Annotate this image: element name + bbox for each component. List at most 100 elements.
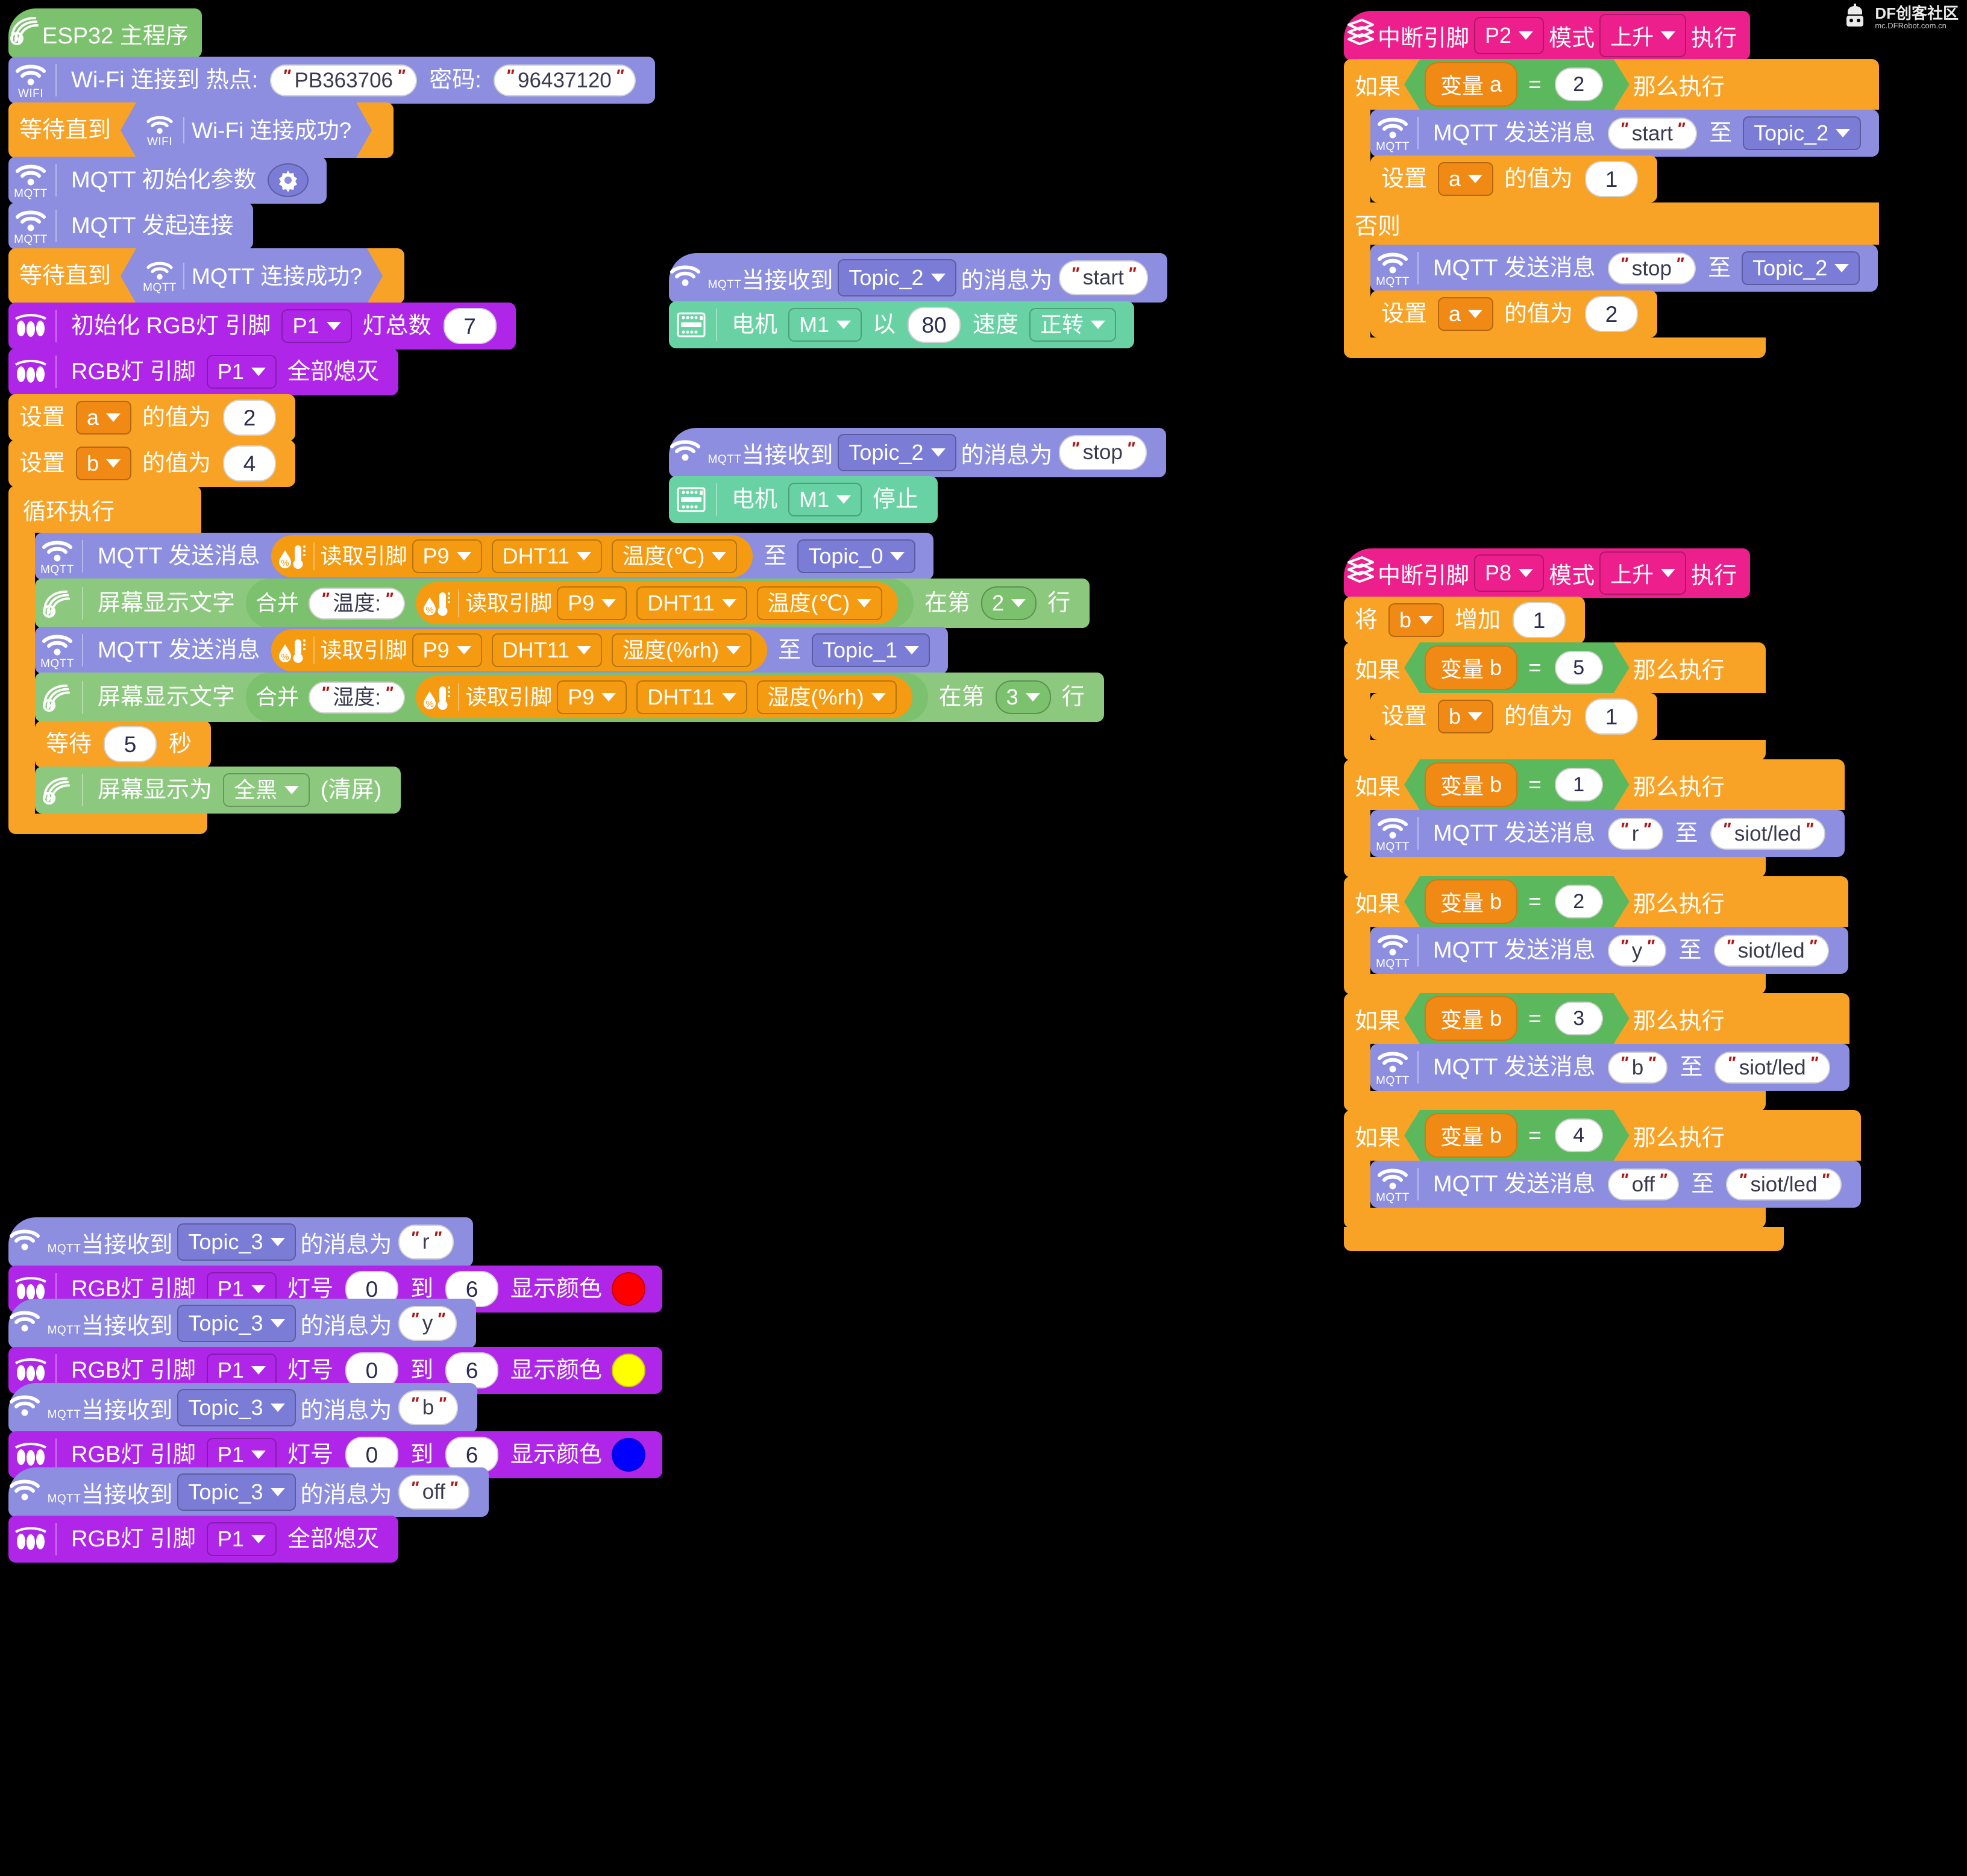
humidity-line-dropdown[interactable]: 3: [995, 680, 1051, 714]
sensor-type-dropdown[interactable]: DHT11: [636, 586, 747, 620]
rgb-pin-dropdown[interactable]: P1: [206, 1522, 277, 1556]
mqtt-connect-block[interactable]: MQTT MQTT 发起连接: [8, 202, 253, 249]
motor-stop-handler-stack[interactable]: MQTT 当接收到 Topic_2 的消息为 " stop " 电机 M1 停止: [669, 428, 1167, 523]
if-header[interactable]: 如果 变量 b = 5 那么执行: [1344, 642, 1766, 693]
wait-until-mqtt-block[interactable]: 等待直到 MQTT MQTT 连接成功?: [8, 248, 405, 304]
subscribe-topic-dropdown[interactable]: Topic_2: [838, 434, 956, 471]
wait-seconds-block[interactable]: 等待 5 秒: [35, 721, 212, 768]
publish-humidity-block[interactable]: MQTT MQTT 发送消息 % 读取引脚 P9 DHT11 湿度(%rh) 至…: [35, 627, 949, 674]
subscribe-topic-dropdown[interactable]: Topic_2: [838, 259, 956, 296]
sensor-pin-dropdown[interactable]: P9: [557, 586, 627, 620]
publish-topic-dropdown[interactable]: Topic_1: [811, 633, 930, 667]
message-value-field[interactable]: " y ": [398, 1306, 457, 1341]
motor-run-block[interactable]: 电机 M1 以 80 速度 正转: [669, 301, 1135, 348]
if-then-body[interactable]: MQTT MQTT 发送消息 " b " 至 " siot/led ": [1370, 1044, 1849, 1091]
on-message-hat-block[interactable]: MQTT 当接收到 Topic_3 的消息为 " b ": [8, 1383, 478, 1432]
sensor-measure-dropdown[interactable]: 温度(℃): [756, 586, 883, 620]
rgb-all-off-block[interactable]: RGB灯 引脚 P1 全部熄灭: [8, 348, 398, 395]
publish-topic-field[interactable]: " siot/led ": [1714, 1051, 1830, 1084]
publish-message-field[interactable]: " b ": [1607, 1051, 1668, 1084]
dht11-humidity-reporter[interactable]: % 读取引脚 P9 DHT11 湿度(%rh): [271, 629, 767, 671]
if-else-body[interactable]: MQTT MQTT 发送消息 " stop " 至 Topic_2 设置 a 的…: [1370, 245, 1878, 337]
wifi-password-field[interactable]: " 96437120 ": [493, 64, 636, 96]
sensor-pin-dropdown[interactable]: P9: [557, 680, 627, 714]
display-temperature-block[interactable]: 屏幕显示文字 合并 " 温度: " % 读取引脚 P9 DHT11 温度(℃) …: [35, 579, 1090, 628]
change-amount-field[interactable]: 1: [1513, 602, 1566, 638]
rgb-pin-dropdown[interactable]: P1: [206, 1354, 277, 1387]
if-b-equals-5-block[interactable]: 如果 变量 b = 5 那么执行 设置 b 的值为 1: [1344, 642, 1766, 761]
esp32-main-hat-block[interactable]: ESP32 主程序: [8, 8, 202, 58]
interrupt-mode-dropdown[interactable]: 上升: [1599, 14, 1687, 57]
humidity-prefix-field[interactable]: " 湿度: ": [309, 681, 406, 714]
screen-mode-dropdown[interactable]: 全黑: [223, 773, 310, 807]
variable-a-dropdown[interactable]: a: [1438, 297, 1494, 331]
publish-message-field[interactable]: " stop ": [1607, 252, 1696, 284]
publish-message-field[interactable]: " y ": [1607, 934, 1667, 967]
subscribe-topic-dropdown[interactable]: Topic_3: [177, 1223, 296, 1261]
sensor-type-dropdown[interactable]: DHT11: [491, 633, 602, 667]
variable-a-dropdown[interactable]: a: [76, 401, 132, 434]
set-variable-a-block[interactable]: 设置 a 的值为 2: [1370, 290, 1658, 337]
sensor-type-dropdown[interactable]: DHT11: [636, 680, 747, 714]
variable-b-reporter[interactable]: 变量 b: [1425, 879, 1517, 924]
sensor-pin-dropdown[interactable]: P9: [412, 539, 482, 573]
compare-b-value[interactable]: 5: [1555, 651, 1603, 685]
compare-a-value[interactable]: 2: [1555, 67, 1603, 101]
if-then-body[interactable]: MQTT MQTT 发送消息 " r " 至 " siot/led ": [1370, 810, 1845, 857]
color-swatch-yellow[interactable]: [612, 1354, 645, 1387]
color-swatch-blue[interactable]: [612, 1438, 645, 1472]
gear-icon[interactable]: [267, 163, 309, 197]
publish-topic-dropdown[interactable]: Topic_0: [797, 539, 916, 573]
if-then-body[interactable]: MQTT MQTT 发送消息 " start " 至 Topic_2 设置 a …: [1370, 110, 1880, 202]
interrupt-p8-stack[interactable]: 中断引脚 P8 模式 上升 执行 将 b 增加 1 如果 变量 b = 5 那么…: [1344, 548, 1861, 1251]
message-value-field[interactable]: " r ": [398, 1225, 454, 1260]
message-value-field[interactable]: " b ": [398, 1390, 459, 1425]
variable-b-reporter[interactable]: 变量 b: [1425, 645, 1517, 690]
wait-until-wifi-block[interactable]: 等待直到 WIFI Wi-Fi 连接成功?: [8, 102, 394, 158]
rgb-pin-dropdown[interactable]: P1: [281, 309, 352, 343]
forever-loop-header[interactable]: 循环执行: [8, 486, 201, 533]
publish-topic-dropdown[interactable]: Topic_2: [1743, 116, 1862, 150]
if-then-body[interactable]: MQTT MQTT 发送消息 " off " 至 " siot/led ": [1370, 1161, 1861, 1208]
main-program-stack[interactable]: ESP32 主程序 WIFI Wi-Fi 连接到 热点: " PB363706 …: [8, 8, 1104, 834]
if-header[interactable]: 如果 变量 a = 2 那么执行: [1344, 59, 1880, 110]
else-header[interactable]: 否则: [1344, 202, 1880, 245]
sensor-type-dropdown[interactable]: DHT11: [491, 539, 602, 573]
publish-led-block[interactable]: MQTT MQTT 发送消息 " b " 至 " siot/led ": [1370, 1044, 1849, 1091]
publish-led-block[interactable]: MQTT MQTT 发送消息 " r " 至 " siot/led ": [1370, 810, 1845, 857]
on-message-hat-block[interactable]: MQTT 当接收到 Topic_3 的消息为 " y ": [8, 1299, 477, 1348]
publish-topic-field[interactable]: " siot/led ": [1713, 934, 1829, 967]
motor-select-dropdown[interactable]: M1: [788, 308, 862, 342]
interrupt-mode-dropdown[interactable]: 上升: [1599, 551, 1687, 595]
publish-led-block[interactable]: MQTT MQTT 发送消息 " y " 至 " siot/led ": [1370, 927, 1848, 974]
clear-screen-block[interactable]: 屏幕显示为 全黑 (清屏): [35, 767, 401, 814]
publish-topic-field[interactable]: " siot/led ": [1726, 1168, 1842, 1200]
rgb-init-block[interactable]: 初始化 RGB灯 引脚 P1 灯总数 7: [8, 303, 516, 350]
publish-start-block[interactable]: MQTT MQTT 发送消息 " start " 至 Topic_2: [1370, 110, 1880, 157]
on-message-hat-block[interactable]: MQTT 当接收到 Topic_2 的消息为 " stop ": [669, 428, 1167, 477]
motor-start-handler-stack[interactable]: MQTT 当接收到 Topic_2 的消息为 " start " 电机 M1 以…: [669, 253, 1168, 348]
rgb-pin-dropdown[interactable]: P1: [206, 1438, 277, 1472]
variable-b-dropdown[interactable]: b: [76, 447, 132, 480]
wifi-connect-block[interactable]: WIFI Wi-Fi 连接到 热点: " PB363706 " 密码: " 96…: [8, 57, 656, 104]
set-variable-b-block[interactable]: 设置 b 的值为 4: [8, 440, 296, 487]
variable-b-value[interactable]: 1: [1585, 698, 1639, 735]
mqtt-connected-bool[interactable]: MQTT MQTT 连接成功?: [121, 248, 383, 304]
publish-led-block[interactable]: MQTT MQTT 发送消息 " off " 至 " siot/led ": [1370, 1161, 1861, 1208]
change-variable-b-block[interactable]: 将 b 增加 1: [1344, 597, 1586, 644]
rgb-pin-dropdown[interactable]: P1: [206, 355, 277, 389]
variable-b-dropdown[interactable]: b: [1388, 603, 1445, 637]
sensor-pin-dropdown[interactable]: P9: [412, 633, 482, 667]
publish-stop-block[interactable]: MQTT MQTT 发送消息 " stop " 至 Topic_2: [1370, 245, 1878, 292]
forever-loop-body[interactable]: MQTT MQTT 发送消息 % 读取引脚 P9 DHT11 温度(℃) 至 T…: [35, 533, 1104, 814]
sensor-measure-dropdown[interactable]: 湿度(%rh): [756, 680, 897, 714]
temperature-prefix-field[interactable]: " 温度: ": [309, 587, 406, 620]
set-variable-a-block[interactable]: 设置 a 的值为 2: [8, 394, 296, 441]
set-variable-b-block[interactable]: 设置 b 的值为 1: [1370, 693, 1658, 740]
publish-message-field[interactable]: " off ": [1607, 1168, 1680, 1200]
rgb-all-off-block[interactable]: RGB灯 引脚 P1 全部熄灭: [8, 1516, 398, 1563]
compare-b-bool[interactable]: 变量 b = 1: [1404, 759, 1630, 810]
wifi-connected-bool[interactable]: WIFI Wi-Fi 连接成功?: [121, 102, 372, 158]
variable-b-dropdown[interactable]: b: [1438, 700, 1494, 733]
if-header[interactable]: 如果 变量 b = 3 那么执行: [1344, 993, 1849, 1044]
